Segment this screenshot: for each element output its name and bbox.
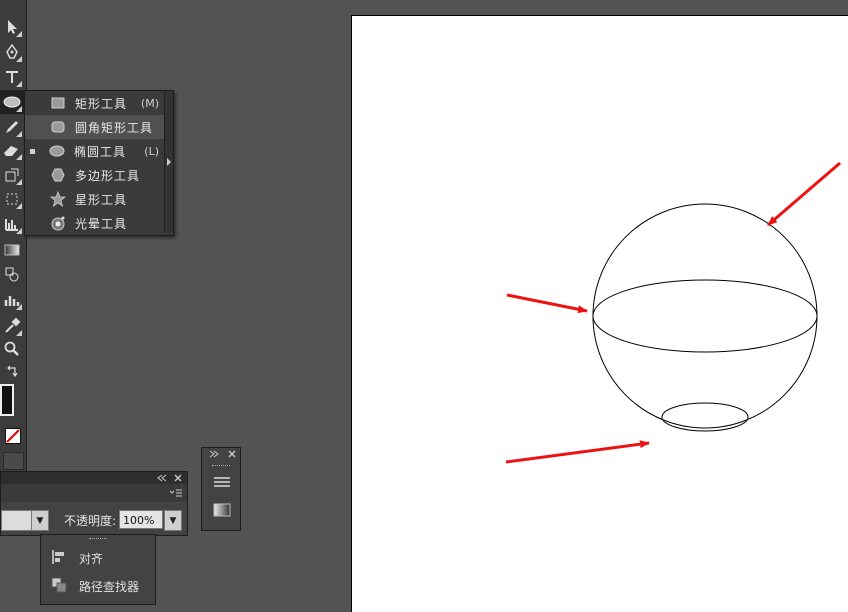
selection-tool-icon[interactable] [0,15,24,39]
opacity-label: 不透明度: [64,514,117,528]
rounded-rectangle-icon [50,119,66,135]
menu-item-label: 光晕工具 [75,216,128,231]
tools-panel [0,0,27,501]
control-panel: ▼ 不透明度: 100% ▼ [0,471,188,536]
selection-marker [30,172,36,178]
menu-item-shortcut: (L) [144,144,159,158]
pencil-tool-icon[interactable] [0,115,24,139]
selection-marker [30,196,36,202]
collapsed-panel-list: 对齐 路径查找器 [40,534,156,605]
pen-tool-icon[interactable] [0,40,24,64]
gradient-panel-icon[interactable] [213,503,231,517]
collapse-panel-icon[interactable] [157,474,167,482]
ellipse-tool-icon[interactable] [0,90,24,114]
zoom-tool-icon[interactable] [0,337,24,361]
align-icon [51,549,67,568]
menu-item-star-tool[interactable]: 星形工具 [25,187,165,211]
menu-item-label: 矩形工具 [75,96,128,111]
grip-handle[interactable] [89,538,107,542]
base-ellipse[interactable] [661,402,749,432]
none-swatch-icon[interactable] [5,428,21,444]
align-panel-button[interactable]: 对齐 [51,548,103,568]
menu-item-rectangle-tool[interactable]: 矩形工具 (M) [25,91,165,115]
eyedropper-tool-icon[interactable] [0,314,24,338]
panel-header [1,484,187,502]
fill-swatch[interactable] [0,384,14,416]
tearoff-bar[interactable] [164,91,173,233]
selection-marker [30,148,35,154]
eraser-tool-icon[interactable] [0,138,24,162]
annotation-arrow-base [505,440,650,464]
annotation-arrow-equator [506,293,588,314]
panel-menu-icon[interactable] [169,488,183,498]
rectangle-icon [50,95,66,111]
close-icon[interactable] [174,474,182,482]
screen-mode-button[interactable] [3,452,24,470]
selection-marker [30,220,36,226]
polygon-icon [50,167,66,183]
annotation-arrow-sphere [767,161,841,227]
canvas-drawing [505,161,841,464]
equator-ellipse[interactable] [592,279,818,353]
menu-item-polygon-tool[interactable]: 多边形工具 [25,163,165,187]
collapsed-panel-dock [201,447,241,531]
graph-tool-icon[interactable] [0,212,24,236]
opacity-field[interactable]: 100% [119,510,163,529]
flare-icon [50,215,66,231]
opacity-dropdown-button[interactable]: ▼ [164,510,182,531]
star-icon [50,191,66,207]
selection-marker [30,124,36,130]
menu-item-shortcut: (M) [140,96,159,110]
pathfinder-panel-button[interactable]: 路径查找器 [51,576,139,596]
shape-tools-flyout: 矩形工具 (M) 圆角矩形工具 椭圆工具 (L) 多边形工具 星形工具 光晕工具 [24,90,174,236]
type-tool-icon[interactable] [0,65,24,89]
free-transform-tool-icon[interactable] [0,187,24,211]
sphere-outline[interactable] [592,203,818,429]
menu-item-flare-tool[interactable]: 光晕工具 [25,211,165,235]
align-label: 对齐 [79,551,104,566]
gradient-tool-icon[interactable] [0,238,24,262]
menu-item-label: 多边形工具 [75,168,141,183]
panel-tab-bar [1,472,187,484]
column-graph-icon[interactable] [0,288,24,312]
pathfinder-label: 路径查找器 [79,579,140,594]
pathfinder-icon [51,577,67,596]
ellipse-icon [49,143,65,159]
blend-mode-dropdown-button[interactable]: ▼ [31,510,49,531]
menu-item-label: 圆角矩形工具 [75,120,154,135]
grip-handle[interactable] [212,465,230,469]
selection-marker [30,100,36,106]
menu-item-ellipse-tool[interactable]: 椭圆工具 (L) [25,139,165,163]
menu-item-label: 星形工具 [75,192,128,207]
menu-item-rounded-rectangle-tool[interactable]: 圆角矩形工具 [25,115,165,139]
stroke-panel-icon[interactable] [213,475,231,489]
close-icon[interactable] [228,450,236,458]
tearoff-arrow-icon [167,158,171,166]
menu-item-label: 椭圆工具 [74,144,127,159]
scale-tool-icon[interactable] [0,163,24,187]
expand-panel-icon[interactable] [209,450,219,458]
blend-tool-icon[interactable] [0,262,24,286]
swap-colors-icon[interactable] [0,360,24,384]
